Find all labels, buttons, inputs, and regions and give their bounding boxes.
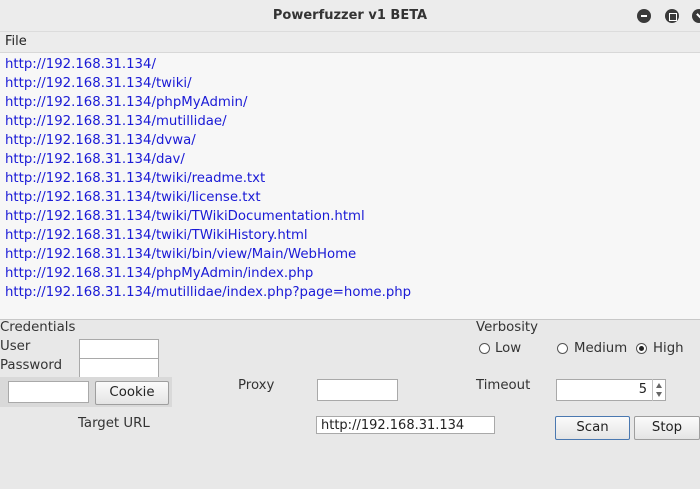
stop-button[interactable]: Stop	[634, 416, 700, 440]
proxy-field[interactable]	[317, 379, 398, 401]
result-item[interactable]: http://192.168.31.134/dvwa/	[5, 133, 196, 148]
verbosity-medium-radio[interactable]	[557, 343, 568, 354]
verbosity-high-radio[interactable]	[636, 343, 647, 354]
timeout-spinner-arrows[interactable]	[652, 379, 665, 401]
minimize-icon[interactable]	[637, 9, 651, 23]
password-label: Password	[0, 358, 63, 373]
credentials-title: Credentials	[0, 320, 76, 335]
result-item[interactable]: http://192.168.31.134/twiki/	[5, 76, 192, 91]
timeout-label: Timeout	[476, 378, 531, 393]
result-item[interactable]: http://192.168.31.134/twiki/TWikiHistory…	[5, 228, 308, 243]
results-list[interactable]: http://192.168.31.134/ http://192.168.31…	[0, 52, 700, 320]
result-item[interactable]: http://192.168.31.134/	[5, 57, 156, 72]
close-icon[interactable]	[692, 9, 700, 23]
timeout-spinner[interactable]: 5	[556, 379, 666, 401]
verbosity-label: Verbosity	[476, 320, 538, 335]
result-item[interactable]: http://192.168.31.134/phpMyAdmin/index.p…	[5, 266, 313, 281]
result-item[interactable]: http://192.168.31.134/twiki/license.txt	[5, 190, 261, 205]
result-item[interactable]: http://192.168.31.134/phpMyAdmin/	[5, 95, 247, 110]
result-item[interactable]: http://192.168.31.134/twiki/bin/view/Mai…	[5, 247, 356, 262]
maximize-icon[interactable]	[665, 9, 679, 23]
proxy-label: Proxy	[238, 378, 275, 393]
result-item[interactable]: http://192.168.31.134/dav/	[5, 152, 185, 167]
chevron-up-icon[interactable]	[656, 383, 662, 388]
cookie-field[interactable]	[8, 381, 89, 403]
verbosity-low-radio[interactable]	[479, 343, 490, 354]
result-item[interactable]: http://192.168.31.134/twiki/readme.txt	[5, 171, 265, 186]
target-url-label: Target URL	[78, 416, 150, 431]
window-title: Powerfuzzer v1 BETA	[272, 8, 428, 23]
chevron-down-icon[interactable]	[656, 392, 662, 397]
cookie-button[interactable]: Cookie	[95, 381, 169, 405]
scan-button[interactable]: Scan	[555, 416, 630, 440]
title-bar: Powerfuzzer v1 BETA	[0, 0, 700, 32]
settings-panel: Credentials User Password Cookie Target …	[0, 320, 700, 489]
result-item[interactable]: http://192.168.31.134/mutillidae/	[5, 114, 227, 129]
menu-bar: File	[0, 32, 700, 52]
menu-file[interactable]: File	[5, 34, 27, 49]
target-url-field[interactable]	[316, 416, 495, 434]
result-item[interactable]: http://192.168.31.134/mutillidae/index.p…	[5, 285, 411, 300]
verbosity-medium-label[interactable]: Medium	[574, 341, 627, 356]
verbosity-high-label[interactable]: High	[653, 341, 684, 356]
user-label: User	[0, 339, 31, 354]
verbosity-low-label[interactable]: Low	[495, 341, 521, 356]
result-item[interactable]: http://192.168.31.134/twiki/TWikiDocumen…	[5, 209, 365, 224]
